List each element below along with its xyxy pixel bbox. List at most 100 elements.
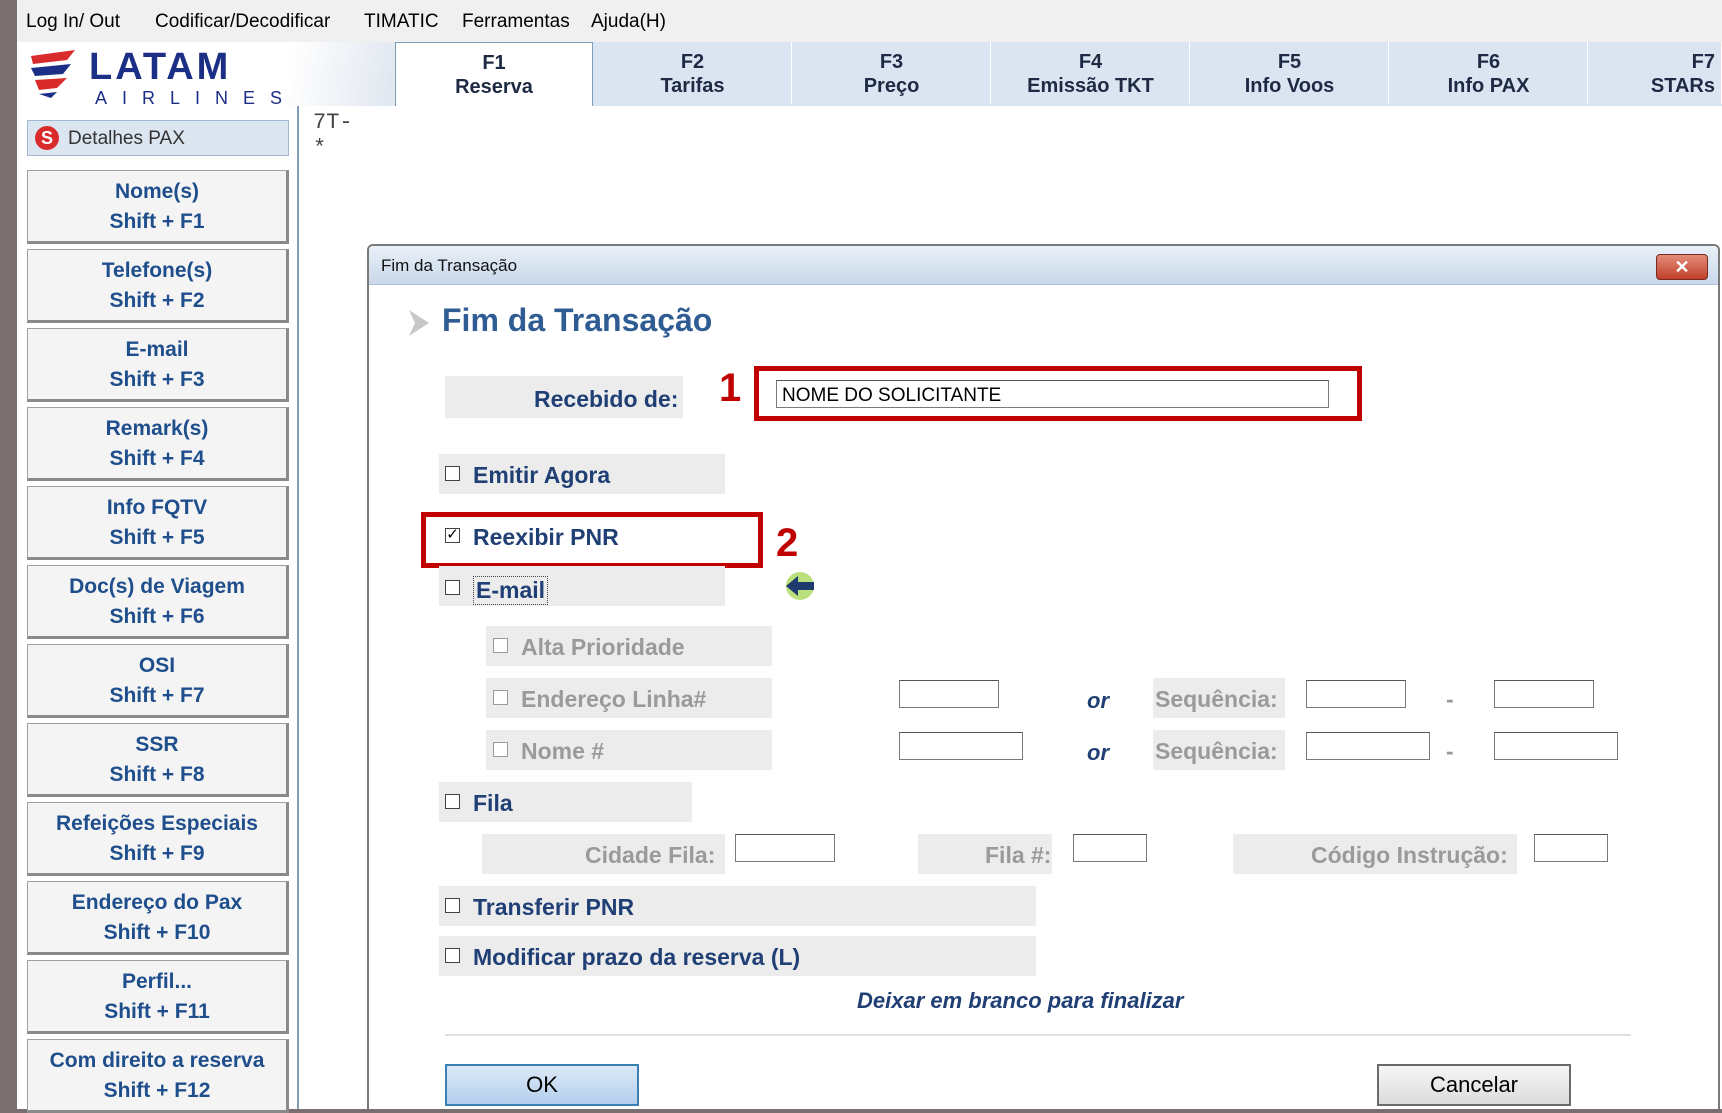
codigo-instrucao-label: Código Instrução: bbox=[1311, 842, 1508, 868]
endereco-linha-input[interactable] bbox=[899, 680, 999, 708]
sidebar-item-shortcut: Shift + F11 bbox=[104, 1000, 210, 1023]
seq-end-input[interactable] bbox=[1494, 680, 1594, 708]
pax-details-title: Detalhes PAX bbox=[68, 128, 185, 149]
tab-info-pax[interactable]: F6 Info PAX bbox=[1390, 42, 1588, 104]
nome-num-checkbox[interactable] bbox=[493, 742, 508, 757]
sidebar-item-label: Endereço do Pax bbox=[71, 891, 243, 914]
alta-prioridade-checkbox[interactable] bbox=[493, 638, 508, 653]
terminal-line: * bbox=[313, 136, 327, 161]
tab-reserva[interactable]: F1 Reserva bbox=[395, 42, 593, 107]
ok-button[interactable]: OK bbox=[445, 1064, 639, 1106]
pax-s-icon: S bbox=[35, 126, 59, 150]
arrow-right-icon bbox=[409, 310, 429, 336]
sequencia-label: Sequência: bbox=[1155, 738, 1278, 764]
cancel-button[interactable]: Cancelar bbox=[1377, 1064, 1571, 1106]
sidebar-item-telefones[interactable]: Telefone(s) Shift + F2 bbox=[27, 249, 289, 323]
fila-checkbox[interactable] bbox=[445, 794, 460, 809]
menu-bar: Log In/ Out Codificar/Decodificar TIMATI… bbox=[17, 0, 1722, 43]
sidebar-item-osi[interactable]: OSI Shift + F7 bbox=[27, 644, 289, 718]
sidebar-item-ssr[interactable]: SSR Shift + F8 bbox=[27, 723, 289, 797]
tab-info-voos[interactable]: F5 Info Voos bbox=[1191, 42, 1389, 104]
recebido-label: Recebido de: bbox=[534, 386, 679, 412]
sidebar-item-shortcut: Shift + F7 bbox=[109, 684, 205, 707]
seq-start-input[interactable] bbox=[1306, 680, 1406, 708]
tab-key: F1 bbox=[482, 52, 506, 74]
email-label: E-mail bbox=[473, 576, 549, 605]
sidebar-item-shortcut: Shift + F10 bbox=[103, 921, 211, 944]
sidebar-item-docs-viagem[interactable]: Doc(s) de Viagem Shift + F6 bbox=[27, 565, 289, 639]
emitir-agora-label: Emitir Agora bbox=[473, 462, 611, 488]
tab-label: Emissão TKT bbox=[1027, 75, 1154, 97]
menu-timatic[interactable]: TIMATIC bbox=[364, 11, 439, 33]
reexibir-pnr-checkbox[interactable]: ✓ bbox=[445, 527, 460, 543]
menu-ajuda[interactable]: Ajuda(H) bbox=[591, 11, 666, 33]
or-label: or bbox=[1087, 740, 1109, 765]
nome-num-input[interactable] bbox=[899, 732, 1023, 760]
logo-word: LATAM bbox=[89, 46, 232, 88]
sidebar: S Detalhes PAX Nome(s) Shift + F1 Telefon… bbox=[17, 106, 299, 1113]
tab-label: STARs bbox=[1650, 75, 1715, 97]
sidebar-item-perfil[interactable]: Perfil... Shift + F11 bbox=[27, 960, 289, 1034]
tab-stars[interactable]: F7 STARs bbox=[1589, 42, 1722, 104]
sidebar-item-remarks[interactable]: Remark(s) Shift + F4 bbox=[27, 407, 289, 481]
tab-label: Info Voos bbox=[1244, 75, 1335, 97]
dialog-titlebar[interactable]: Fim da Transação ✕ bbox=[369, 246, 1718, 285]
sidebar-item-label: Refeições Especiais bbox=[56, 812, 258, 835]
transferir-pnr-checkbox[interactable] bbox=[445, 898, 460, 913]
cidade-fila-input[interactable] bbox=[735, 834, 835, 862]
divider bbox=[445, 1034, 1631, 1036]
endereco-linha-label: Endereço Linha# bbox=[521, 686, 707, 712]
sidebar-item-email[interactable]: E-mail Shift + F3 bbox=[27, 328, 289, 402]
codigo-instrucao-input[interactable] bbox=[1534, 834, 1608, 862]
modificar-prazo-checkbox[interactable] bbox=[445, 948, 460, 963]
sidebar-item-nomes[interactable]: Nome(s) Shift + F1 bbox=[27, 170, 289, 244]
fila-num-input[interactable] bbox=[1073, 834, 1147, 862]
tab-label: Reserva bbox=[455, 76, 533, 98]
sidebar-item-label: SSR bbox=[135, 733, 179, 756]
sidebar-item-label: Com direito a reserva bbox=[49, 1049, 265, 1072]
tab-label: Info PAX bbox=[1447, 75, 1530, 97]
menu-login[interactable]: Log In/ Out bbox=[26, 11, 120, 33]
sidebar-item-info-fqtv[interactable]: Info FQTV Shift + F5 bbox=[27, 486, 289, 560]
or-label: or bbox=[1087, 688, 1109, 713]
sidebar-item-shortcut: Shift + F1 bbox=[109, 210, 205, 233]
sidebar-item-label: E-mail bbox=[125, 338, 189, 361]
fila-num-label: Fila #: bbox=[985, 842, 1052, 868]
sidebar-item-shortcut: Shift + F9 bbox=[109, 842, 205, 865]
tab-key: F7 bbox=[1691, 51, 1715, 73]
emitir-agora-checkbox[interactable] bbox=[445, 466, 460, 481]
annotation-1: 1 bbox=[719, 366, 742, 410]
tab-label: Preço bbox=[863, 75, 920, 97]
sidebar-item-shortcut: Shift + F3 bbox=[109, 368, 205, 391]
dialog-window-title: Fim da Transação bbox=[381, 256, 518, 275]
sidebar-item-refeicoes[interactable]: Refeições Especiais Shift + F9 bbox=[27, 802, 289, 876]
sidebar-item-label: OSI bbox=[138, 654, 176, 677]
tab-tarifas[interactable]: F2 Tarifas bbox=[594, 42, 792, 104]
pax-details-header: S Detalhes PAX bbox=[27, 120, 289, 156]
latam-logo-icon bbox=[31, 50, 75, 98]
endereco-linha-checkbox[interactable] bbox=[493, 690, 508, 705]
dialog-heading: Fim da Transação bbox=[442, 302, 713, 338]
menu-ferramentas[interactable]: Ferramentas bbox=[462, 11, 570, 33]
sidebar-item-shortcut: Shift + F4 bbox=[109, 447, 205, 470]
tab-preco[interactable]: F3 Preço bbox=[793, 42, 991, 104]
email-checkbox[interactable] bbox=[445, 580, 460, 595]
tab-key: F4 bbox=[1078, 51, 1103, 73]
sidebar-item-label: Info FQTV bbox=[106, 496, 208, 519]
sidebar-item-com-direito[interactable]: Com direito a reserva Shift + F12 bbox=[27, 1039, 289, 1113]
seq-start-input[interactable] bbox=[1306, 732, 1430, 760]
terminal-line: 7T- bbox=[313, 110, 353, 135]
close-button[interactable]: ✕ bbox=[1656, 254, 1708, 280]
transferir-pnr-label: Transferir PNR bbox=[473, 894, 635, 920]
sidebar-item-shortcut: Shift + F8 bbox=[109, 763, 205, 786]
seq-end-input[interactable] bbox=[1494, 732, 1618, 760]
recebido-input[interactable]: NOME DO SOLICITANTE bbox=[776, 380, 1329, 408]
dash-label: - bbox=[1446, 738, 1454, 764]
menu-codificar[interactable]: Codificar/Decodificar bbox=[155, 11, 330, 33]
alta-prioridade-label: Alta Prioridade bbox=[521, 634, 685, 660]
sequencia-label: Sequência: bbox=[1155, 686, 1278, 712]
sidebar-item-endereco-pax[interactable]: Endereço do Pax Shift + F10 bbox=[27, 881, 289, 955]
sidebar-item-label: Doc(s) de Viagem bbox=[69, 575, 245, 598]
tab-emissao-tkt[interactable]: F4 Emissão TKT bbox=[992, 42, 1190, 104]
back-arrow-icon[interactable] bbox=[782, 570, 818, 602]
